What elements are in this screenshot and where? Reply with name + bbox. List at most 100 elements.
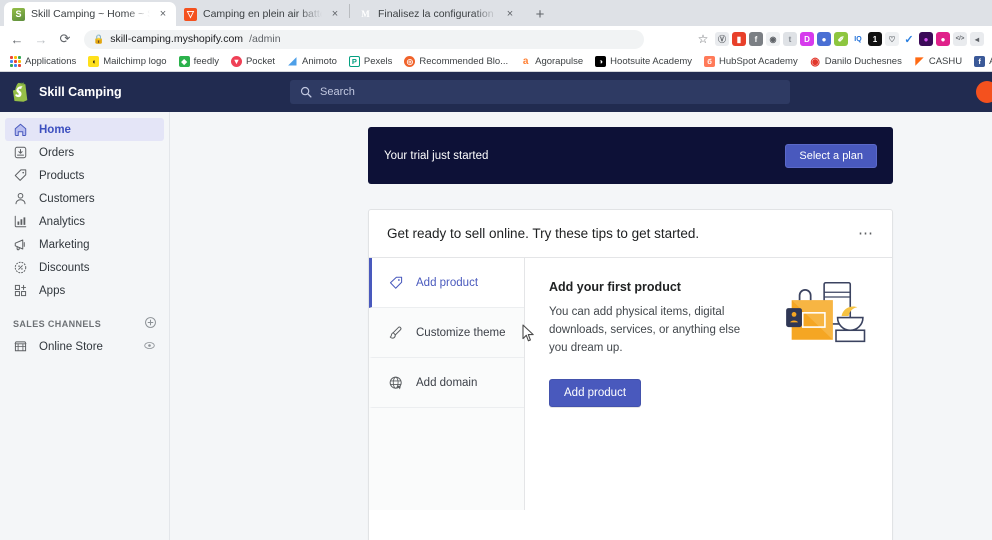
check-extension-icon[interactable]: ✓	[902, 32, 916, 46]
search-input[interactable]: Search	[290, 80, 790, 104]
browser-tabstrip: S Skill Camping ~ Home ~ Shopify × ▽ Cam…	[0, 0, 992, 26]
steps-list-filler	[369, 408, 524, 510]
reload-icon[interactable]: ⟳	[54, 28, 76, 50]
link-extension-icon[interactable]: 1	[868, 32, 882, 46]
target-extension-icon[interactable]: ◉	[766, 32, 780, 46]
orange-favicon: ▽	[184, 7, 197, 21]
browser-tab-1[interactable]: ▽ Camping en plein air batterie de ×	[176, 2, 348, 26]
hubspot-icon: б	[704, 56, 716, 67]
sidebar-item-label: Marketing	[39, 238, 90, 251]
shopify-favicon: S	[12, 7, 25, 21]
bookmark-hubspot[interactable]: б HubSpot Academy	[698, 56, 804, 67]
shopify-bag-icon	[12, 82, 30, 102]
bookmark-animoto[interactable]: ◢ Animoto	[281, 56, 343, 67]
back-extension-icon[interactable]: ◂	[970, 32, 984, 46]
sidebar-item-discounts[interactable]: Discounts	[5, 256, 164, 279]
recommended-icon: ◎	[404, 56, 416, 67]
bookmark-mailchimp[interactable]: ◖ Mailchimp logo	[82, 56, 172, 67]
sidebar-item-apps[interactable]: Apps	[5, 279, 164, 302]
sales-channels-heading: SALES CHANNELS	[0, 302, 169, 335]
browser-tab-title: Camping en plein air batterie de	[203, 8, 322, 20]
shield-extension-icon[interactable]: ♡	[885, 32, 899, 46]
bookmark-accueil[interactable]: f Accueil	[968, 56, 992, 67]
kebab-menu-icon[interactable]: ⋯	[858, 226, 874, 241]
bookmark-label: feedly	[193, 56, 219, 67]
bookmark-star-icon[interactable]: ☆	[694, 32, 712, 46]
browser-tab-title: Skill Camping ~ Home ~ Shopify	[31, 8, 150, 20]
bookmark-pexels[interactable]: P Pexels	[343, 56, 399, 67]
home-icon	[13, 122, 28, 137]
sidebar-item-customers[interactable]: Customers	[5, 187, 164, 210]
content-column: Your trial just started Select a plan Ge…	[368, 127, 893, 540]
sidebar-item-products[interactable]: Products	[5, 164, 164, 187]
lock-icon: 🔒	[93, 33, 105, 44]
avatar-extension-icon[interactable]: ●	[817, 32, 831, 46]
eye-icon[interactable]	[143, 339, 156, 355]
page-title: Get ready to sell online. Try these tips…	[387, 226, 700, 241]
trial-message: Your trial just started	[384, 149, 489, 162]
close-tab-icon[interactable]: ×	[503, 7, 517, 21]
setup-steps-list: Add product Customize theme Add domain	[369, 258, 525, 510]
sidebar-item-orders[interactable]: Orders	[5, 141, 164, 164]
eyedropper-extension-icon[interactable]: ✐	[834, 32, 848, 46]
red-extension-icon[interactable]: ▮	[732, 32, 746, 46]
avatar[interactable]	[976, 81, 992, 103]
new-tab-button[interactable]: +	[527, 2, 553, 26]
forward-icon[interactable]: →	[30, 28, 52, 50]
pexels-icon: P	[348, 56, 360, 67]
pane-body: You can add physical items, digital down…	[549, 306, 741, 354]
bookmark-label: Pexels	[363, 56, 393, 67]
back-icon[interactable]: ←	[6, 28, 28, 50]
address-bar[interactable]: 🔒 skill-camping.myshopify.com/admin	[84, 29, 644, 49]
bookmark-feedly[interactable]: ◆ feedly	[173, 56, 225, 67]
bookmark-recommended[interactable]: ◎ Recommended Blo...	[398, 56, 514, 67]
pinterest-extension-icon[interactable]: Ⓥ	[715, 32, 729, 46]
globe-icon	[388, 375, 404, 391]
browser-tab-0[interactable]: S Skill Camping ~ Home ~ Shopify ×	[4, 2, 176, 26]
setup-step-customize-theme[interactable]: Customize theme	[369, 308, 524, 358]
bookmark-agorapulse[interactable]: a Agorapulse	[514, 56, 589, 67]
url-host: skill-camping.myshopify.com	[110, 33, 244, 45]
marketing-megaphone-icon	[13, 237, 28, 252]
bookmark-label: CASHU	[928, 56, 963, 67]
facebook-extension-icon[interactable]: f	[749, 32, 763, 46]
close-tab-icon[interactable]: ×	[156, 7, 170, 21]
plus-circle-icon[interactable]	[144, 316, 157, 331]
discounts-icon	[13, 260, 28, 275]
mailchimp-icon: ◖	[88, 56, 100, 67]
sidebar-item-label: Orders	[39, 146, 75, 159]
bookmark-hootsuite[interactable]: ◑ Hootsuite Academy	[589, 56, 698, 67]
iq-extension-icon[interactable]: IQ	[851, 32, 865, 46]
setup-step-add-product[interactable]: Add product	[369, 258, 524, 308]
d-extension-icon[interactable]: D	[800, 32, 814, 46]
store-brand[interactable]: Skill Camping	[0, 82, 290, 102]
apps-icon	[13, 283, 28, 298]
customers-icon	[13, 191, 28, 206]
danilo-icon: ◉	[809, 56, 821, 68]
setup-step-add-domain[interactable]: Add domain	[369, 358, 524, 408]
sidebar: Home Orders Products Customers Analytics…	[0, 112, 170, 540]
purple-extension-icon[interactable]: ●	[919, 32, 933, 46]
add-product-button[interactable]: Add product	[549, 379, 642, 408]
page-viewport: Skill Camping Search Home Orders Product…	[0, 72, 992, 540]
code-extension-icon[interactable]: </>	[953, 32, 967, 46]
sidebar-item-analytics[interactable]: Analytics	[5, 210, 164, 233]
select-a-plan-button[interactable]: Select a plan	[785, 143, 877, 168]
magenta-extension-icon[interactable]: ●	[936, 32, 950, 46]
sidebar-item-online-store[interactable]: Online Store	[5, 335, 164, 358]
close-tab-icon[interactable]: ×	[328, 7, 342, 21]
sidebar-item-marketing[interactable]: Marketing	[5, 233, 164, 256]
bookmark-danilo[interactable]: ◉ Danilo Duchesnes	[804, 56, 908, 68]
tumblr-extension-icon[interactable]: t	[783, 32, 797, 46]
orders-icon	[13, 145, 28, 160]
store-name: Skill Camping	[39, 85, 122, 99]
sidebar-item-home[interactable]: Home	[5, 118, 164, 141]
mouse-cursor	[522, 324, 535, 347]
bookmark-pocket[interactable]: ▼ Pocket	[225, 56, 281, 67]
bookmark-cashu[interactable]: ◤ CASHU	[908, 56, 968, 67]
browser-tab-2[interactable]: M Finalisez la configuration de vot ×	[351, 2, 523, 26]
shopify-topbar: Skill Camping Search	[0, 72, 992, 112]
sidebar-item-label: Online Store	[39, 340, 103, 353]
bookmark-applications[interactable]: Applications	[4, 56, 82, 67]
setup-guide-card: Get ready to sell online. Try these tips…	[368, 209, 893, 540]
